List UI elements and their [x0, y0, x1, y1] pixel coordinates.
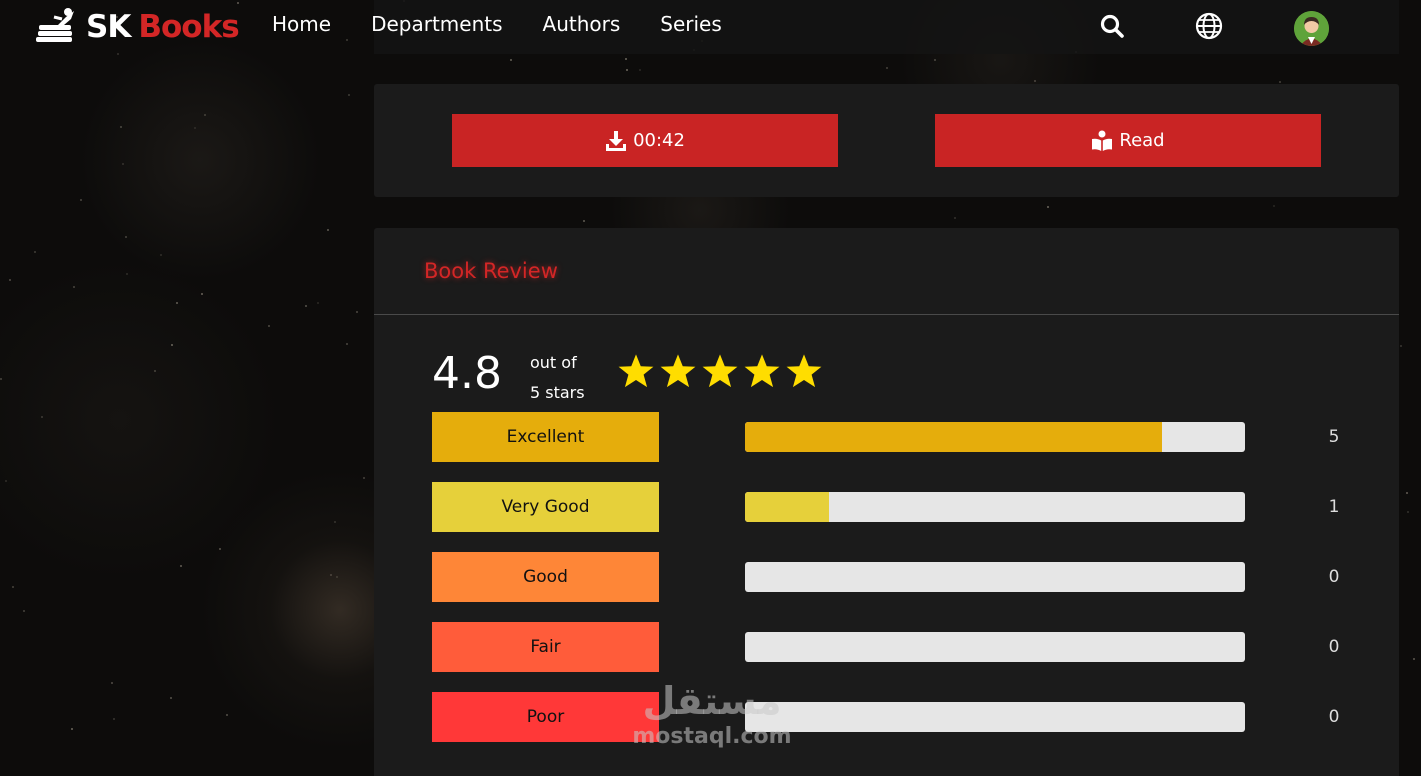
star-icon: [744, 354, 780, 388]
rating-progress-bar: [745, 702, 1245, 732]
books-logo-icon: [36, 8, 74, 42]
review-title: Book Review: [424, 259, 558, 283]
rating-row: Good 0: [374, 552, 1399, 602]
stars-total-label: 5 stars: [530, 383, 585, 402]
rating-stars: [617, 352, 823, 390]
rating-count: 1: [1328, 497, 1340, 517]
rating-count: 0: [1328, 707, 1340, 727]
search-icon[interactable]: [1097, 11, 1127, 41]
nav-departments[interactable]: Departments: [371, 12, 502, 36]
download-button[interactable]: 00:42: [452, 114, 838, 167]
star-icon: [702, 354, 738, 388]
rating-row: Poor 0: [374, 692, 1399, 742]
rating-row: Fair 0: [374, 622, 1399, 672]
rating-label: Fair: [432, 622, 659, 672]
download-icon: [606, 130, 627, 151]
logo-text-sk: SK: [86, 9, 131, 45]
rating-count: 5: [1328, 427, 1340, 447]
book-review-panel: Book Review 4.8 out of 5 stars Excellent…: [374, 228, 1399, 776]
read-label: Read: [1119, 130, 1165, 151]
rating-progress-bar: [745, 562, 1245, 592]
site-header: SK Books Home Departments Authors Series: [0, 0, 1421, 56]
rating-progress-bar: [745, 492, 1245, 522]
rating-count: 0: [1328, 637, 1340, 657]
main-nav: Home Departments Authors Series: [272, 12, 722, 36]
watermark-arabic: مستقل: [642, 679, 782, 723]
nav-series[interactable]: Series: [660, 12, 722, 36]
rating-scale-text: out of 5 stars: [530, 348, 585, 408]
out-of-label: out of: [530, 353, 577, 372]
watermark: مستقل mostaql.com: [622, 678, 802, 760]
rating-progress-bar: [745, 422, 1245, 452]
star-icon: [786, 354, 822, 388]
nav-home[interactable]: Home: [272, 12, 331, 36]
rating-label: Good: [432, 552, 659, 602]
rating-count: 0: [1328, 567, 1340, 587]
rating-label: Very Good: [432, 482, 659, 532]
rating-progress-fill: [745, 492, 829, 522]
logo-text-books: Books: [138, 9, 239, 45]
book-reader-icon: [1092, 130, 1113, 151]
action-panel: 00:42 Read: [374, 84, 1399, 197]
read-button[interactable]: Read: [935, 114, 1321, 167]
download-timer: 00:42: [633, 130, 685, 151]
rating-row: Excellent 5: [374, 412, 1399, 462]
star-icon: [618, 354, 654, 388]
rating-progress-bar: [745, 632, 1245, 662]
average-rating: 4.8: [432, 348, 502, 399]
site-logo[interactable]: SK Books: [36, 6, 240, 48]
review-divider: [374, 314, 1399, 315]
globe-icon[interactable]: [1194, 11, 1224, 41]
rating-row: Very Good 1: [374, 482, 1399, 532]
star-icon: [660, 354, 696, 388]
nav-authors[interactable]: Authors: [543, 12, 621, 36]
rating-label: Excellent: [432, 412, 659, 462]
rating-progress-fill: [745, 422, 1162, 452]
watermark-latin: mostaql.com: [632, 724, 792, 749]
avatar[interactable]: [1294, 11, 1329, 46]
